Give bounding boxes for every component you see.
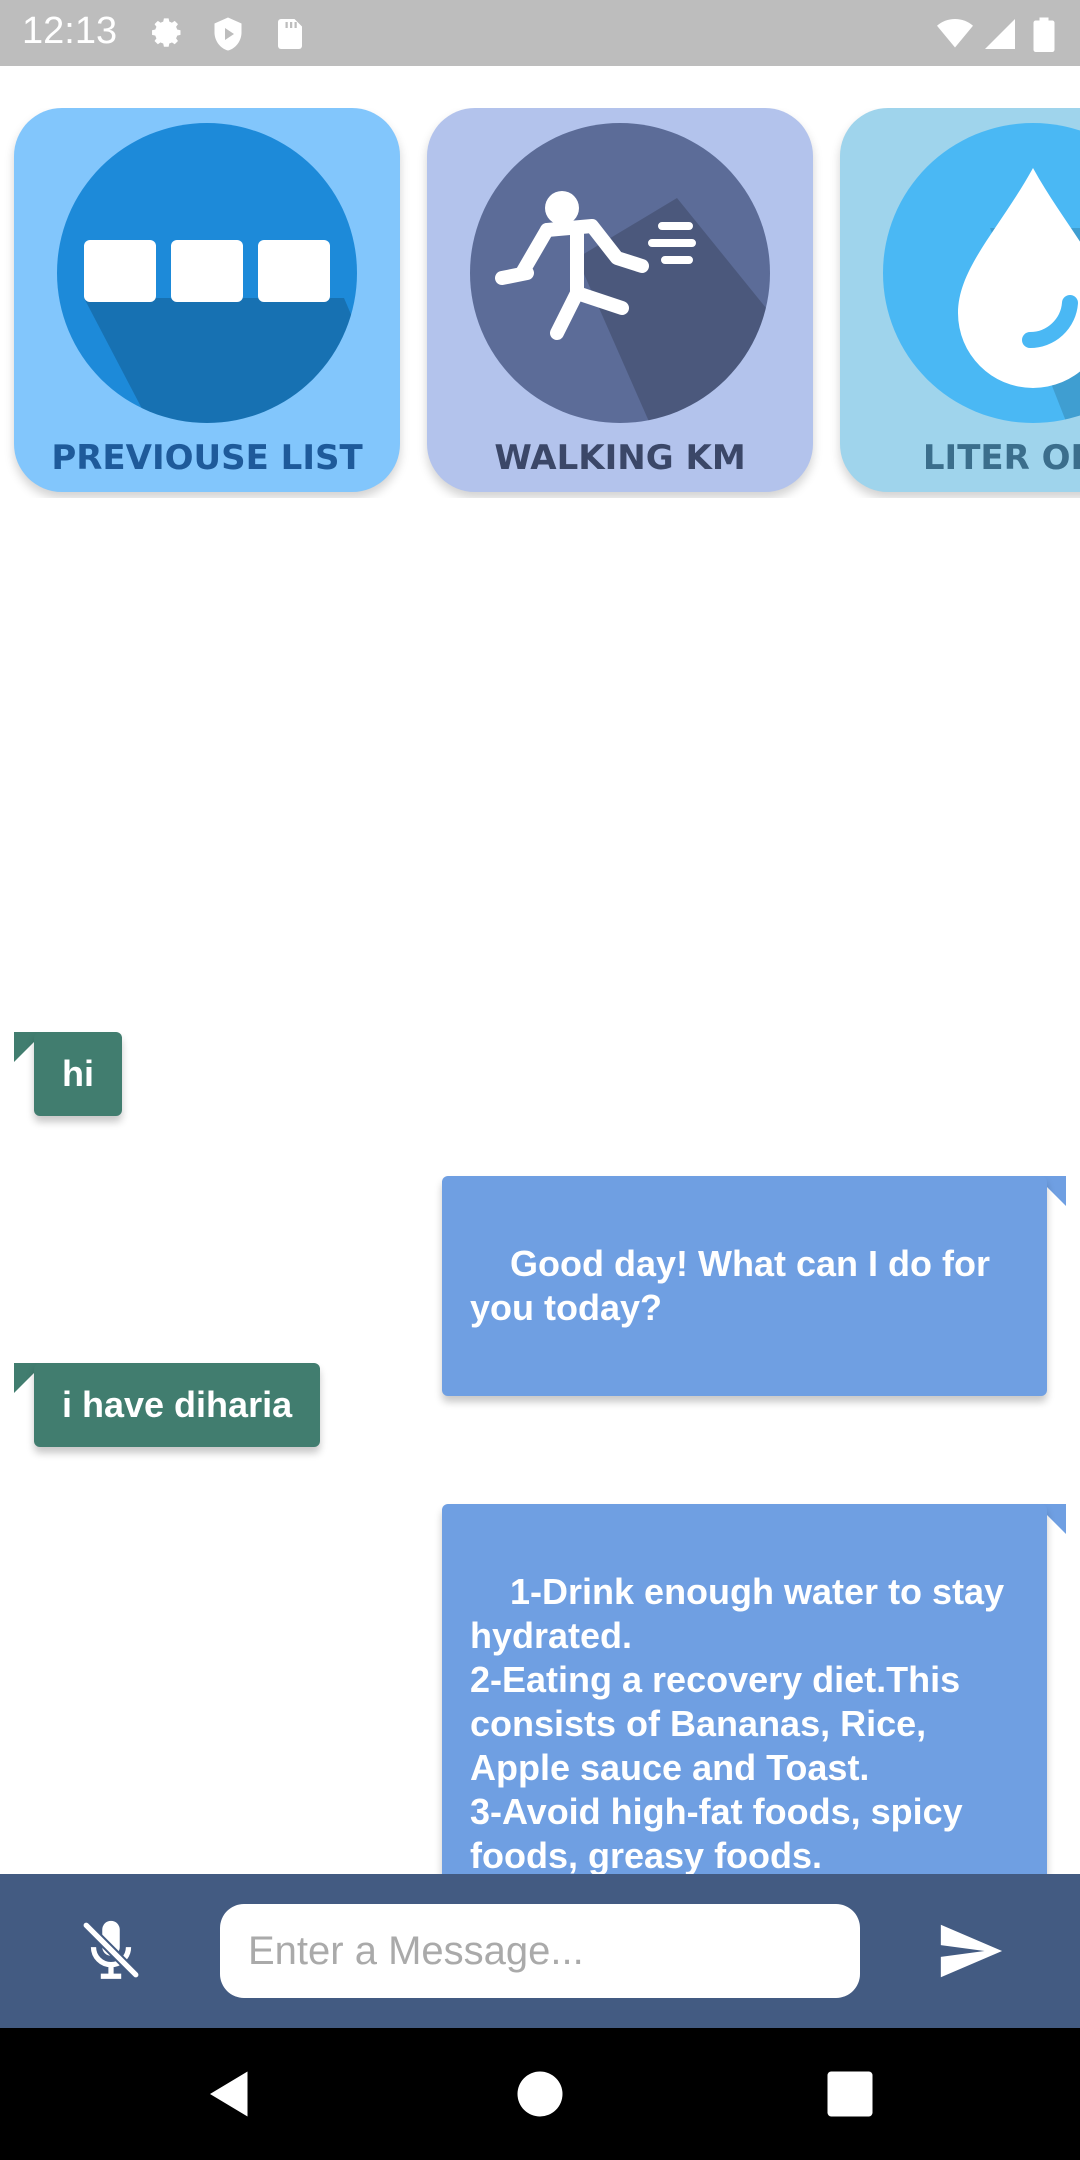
back-icon[interactable] xyxy=(200,2064,260,2124)
system-nav-bar xyxy=(0,2028,1080,2160)
gear-icon xyxy=(152,18,181,47)
message-text: Good day! What can I do for you today? xyxy=(470,1243,1001,1328)
status-time: 12:13 xyxy=(22,10,118,52)
status-bar: 12:13 xyxy=(0,0,1080,66)
running-person-icon xyxy=(470,123,770,423)
card-previous-list[interactable]: PREVIOUSE LIST xyxy=(14,108,400,492)
message-text: 1-Drink enough water to stay hydrated. 2… xyxy=(470,1571,1005,1876)
user-message: hi xyxy=(34,1032,122,1116)
wifi-icon xyxy=(937,19,973,48)
battery-icon xyxy=(1033,17,1055,52)
sd-card-icon xyxy=(278,19,302,49)
message-text: i have diharia xyxy=(62,1384,293,1425)
bot-message: Good day! What can I do for you today? xyxy=(442,1176,1047,1396)
home-icon[interactable] xyxy=(510,2064,570,2124)
message-input[interactable] xyxy=(220,1904,860,1998)
message-input-bar xyxy=(0,1874,1080,2028)
send-icon[interactable] xyxy=(930,1916,1010,1986)
signal-icon xyxy=(985,19,1015,49)
card-label: WALKING KM xyxy=(494,438,746,478)
user-message: i have diharia xyxy=(34,1363,321,1447)
card-liter-of-water[interactable]: LITER OF W xyxy=(840,108,1080,492)
card-walking-km[interactable]: WALKING KM xyxy=(427,108,813,492)
recents-icon[interactable] xyxy=(820,2064,880,2124)
list-blocks-icon xyxy=(57,123,357,423)
message-text: hi xyxy=(62,1053,94,1094)
mic-off-icon[interactable] xyxy=(76,1910,146,1990)
card-label: LITER OF W xyxy=(922,438,1080,478)
card-label: PREVIOUSE LIST xyxy=(51,438,363,478)
feature-cards: PREVIOUSE LIST WALKING KM LITER O xyxy=(0,108,1080,498)
play-protect-icon xyxy=(214,17,242,51)
water-drop-icon xyxy=(883,123,1080,423)
